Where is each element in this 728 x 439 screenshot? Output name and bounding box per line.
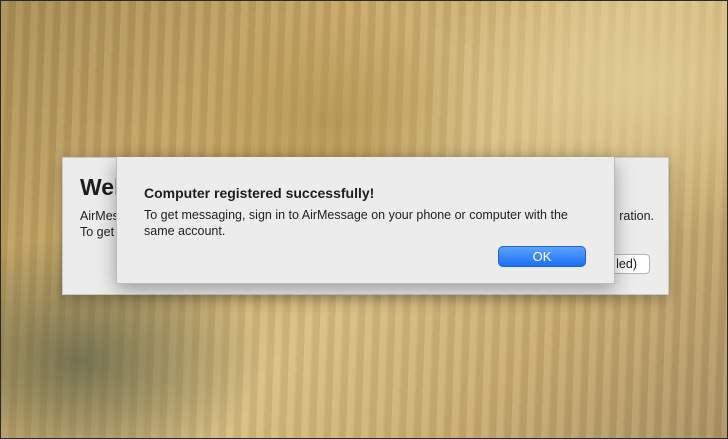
- ok-button[interactable]: OK: [498, 246, 586, 267]
- alert-title: Computer registered successfully!: [144, 185, 375, 201]
- alert-dialog: Computer registered successfully! To get…: [116, 157, 615, 284]
- alert-message: To get messaging, sign in to AirMessage …: [144, 208, 568, 238]
- desktop-wallpaper: Welc AirMes To get ration. led) Computer…: [0, 0, 728, 439]
- welcome-body-tail: ration.: [619, 209, 654, 223]
